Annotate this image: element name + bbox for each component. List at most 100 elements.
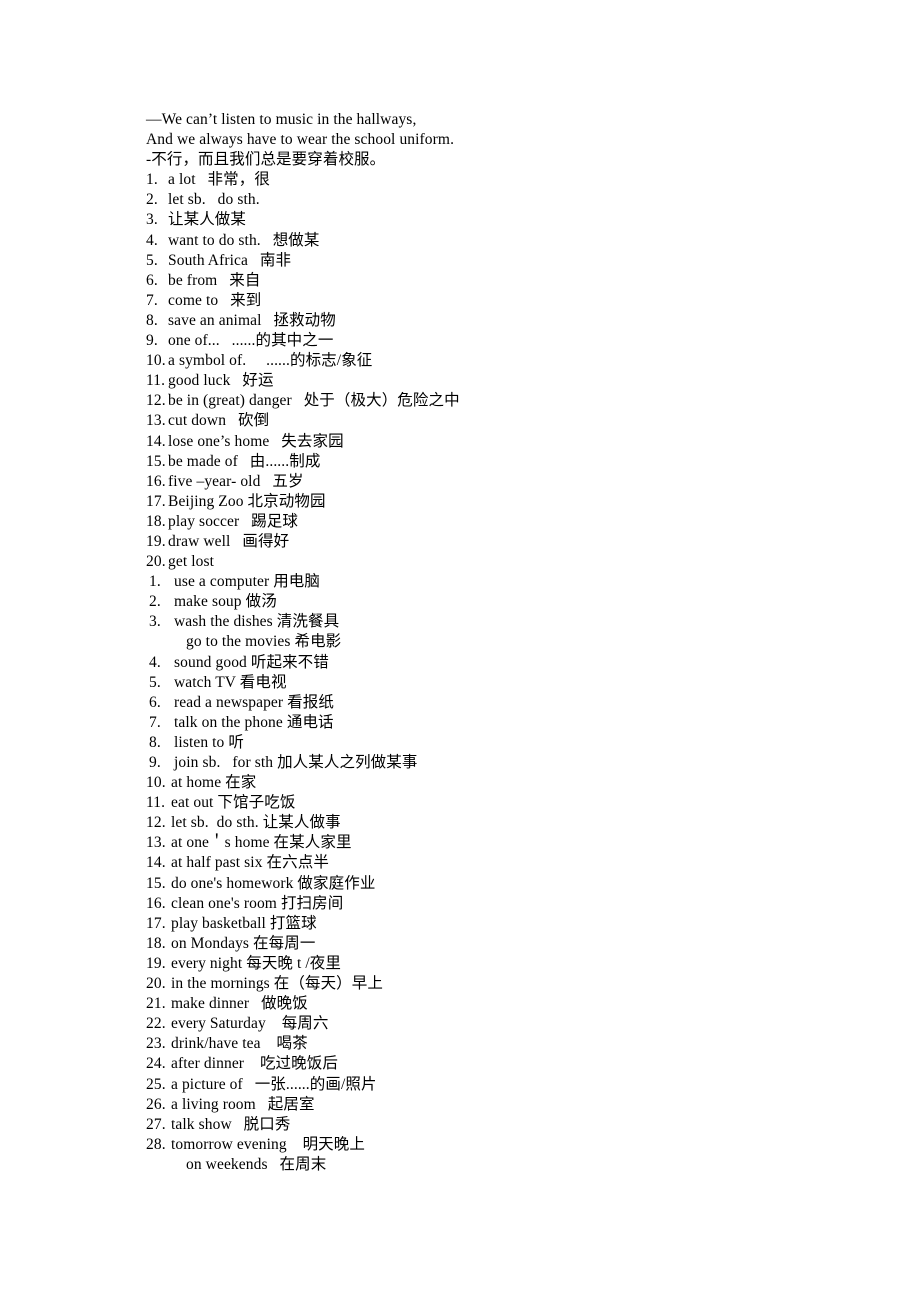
list-item-continuation: on weekends 在周末 (186, 1155, 327, 1173)
list-item-number: 24. (146, 1055, 166, 1073)
list-item: 14. lose one’s home 失去家园 (146, 432, 846, 452)
document-text-block: —We can’t listen to music in the hallway… (146, 110, 846, 1175)
list-item: 4. sound good 听起来不错 (146, 653, 846, 673)
list-item: 8. listen to 听 (146, 733, 846, 753)
phrase-list-b: 1. use a computer 用电脑 2. make soup 做汤 3. wash… (146, 572, 846, 1175)
list-item-text: talk show 脱口秀 (171, 1115, 291, 1133)
list-item-text: a lot 非常，很 (168, 171, 270, 189)
list-item: 20. in the mornings 在（每天）早上 (146, 974, 846, 994)
list-item-number: 19. (146, 954, 166, 972)
list-item: 10. a symbol of. ......的标志/象征 (146, 351, 846, 371)
list-item: 16. clean one's room 打扫房间 (146, 894, 846, 914)
list-item: 18. play soccer 踢足球 (146, 512, 846, 532)
list-item-text: use a computer 用电脑 (174, 573, 321, 591)
list-item: 10. at home 在家 (146, 773, 846, 793)
list-item-number: 21. (146, 995, 166, 1013)
list-item: 19. every night 每天晚 t /夜里 (146, 954, 846, 974)
list-item: 15. be made of 由......制成 (146, 452, 846, 472)
list-item-number: 6. (146, 271, 158, 289)
list-item-text: every Saturday 每周六 (171, 1015, 329, 1033)
list-item-text: lose one’s home 失去家园 (168, 432, 344, 450)
list-item: 7. talk on the phone 通电话 (146, 713, 846, 733)
list-item-number: 9. (149, 754, 161, 771)
list-item-text: South Africa 南非 (168, 251, 292, 269)
list-item: 4. want to do sth. 想做某 (146, 231, 846, 251)
list-item-number: 11. (146, 372, 166, 390)
list-item: 16. five –year- old 五岁 (146, 472, 846, 492)
list-item-number: 25. (146, 1075, 166, 1093)
list-item-number: 4. (146, 231, 158, 249)
list-item-text: save an animal 拯救动物 (168, 311, 336, 329)
list-item-number: 5. (146, 251, 158, 269)
list-item: 5. South Africa 南非 (146, 251, 846, 271)
list-item-text: get lost (168, 553, 215, 571)
list-item-number: 18. (146, 934, 166, 952)
list-item-text: eat out 下馆子吃饭 (171, 794, 296, 812)
list-item: 21. make dinner 做晚饭 (146, 994, 846, 1014)
list-item-text: read a newspaper 看报纸 (174, 693, 334, 711)
list-item-number: 7. (149, 713, 161, 731)
list-item-number: 14. (146, 854, 166, 872)
list-item-text: do one's homework 做家庭作业 (171, 874, 376, 892)
list-item: 1. use a computer 用电脑 (146, 572, 846, 592)
list-item: 25. a picture of 一张......的画/照片 (146, 1075, 846, 1095)
document-page: —We can’t listen to music in the hallway… (0, 0, 920, 1302)
list-item: 18. on Mondays 在每周一 (146, 934, 846, 954)
list-item-text: good luck 好运 (168, 372, 274, 390)
intro-paragraph: —We can’t listen to music in the hallway… (146, 110, 846, 170)
list-item-number: 28. (146, 1135, 166, 1153)
list-item-text: listen to 听 (174, 733, 244, 751)
list-item-number: 10. (146, 774, 166, 792)
list-item-number: 20. (146, 975, 166, 993)
list-item-text: a symbol of. ......的标志/象征 (168, 352, 373, 370)
list-item-text: five –year- old 五岁 (168, 472, 304, 490)
list-item: 11. eat out 下馆子吃饭 (146, 793, 846, 813)
list-item: 3. 让某人做某 (146, 210, 846, 230)
intro-line: -不行，而且我们总是要穿着校服。 (146, 151, 386, 169)
list-item-text: at home 在家 (171, 774, 257, 792)
list-item-number: 9. (146, 332, 158, 350)
list-item: 26. a living room 起居室 (146, 1095, 846, 1115)
list-item-number: 26. (146, 1095, 166, 1113)
list-item-text: after dinner 吃过晚饭后 (171, 1055, 338, 1073)
list-item-text: watch TV 看电视 (174, 673, 287, 691)
list-item: 3. wash the dishes 清洗餐具 (146, 612, 846, 632)
list-item-number: 20. (146, 553, 166, 571)
list-item: 13. cut down 砍倒 (146, 411, 846, 431)
list-item-number: 13. (146, 412, 166, 430)
list-item-number: 17. (146, 492, 166, 510)
list-item: 17. Beijing Zoo 北京动物园 (146, 492, 846, 512)
list-item: 12. let sb. do sth. 让某人做事 (146, 813, 846, 833)
list-item-text: make soup 做汤 (174, 593, 277, 611)
list-item-number: 4. (149, 653, 161, 671)
list-item: 5. watch TV 看电视 (146, 673, 846, 693)
list-item-number: 22. (146, 1015, 166, 1033)
list-item-number: 13. (146, 834, 166, 852)
list-item-number: 6. (149, 693, 161, 711)
list-item: 7. come to 来到 (146, 291, 846, 311)
list-item-text: on Mondays 在每周一 (171, 934, 316, 952)
list-item-number: 5. (149, 673, 161, 691)
list-item-number: 16. (146, 894, 166, 912)
list-item-number: 17. (146, 914, 166, 932)
list-item-number: 11. (146, 794, 166, 812)
list-item: 14. at half past six 在六点半 (146, 853, 846, 873)
list-item-text: play soccer 踢足球 (168, 512, 298, 530)
list-item-number: 10. (146, 352, 166, 370)
list-item-text: play basketball 打篮球 (171, 914, 317, 932)
list-item-text: at one＇s home 在某人家里 (171, 834, 352, 852)
list-item-number: 3. (146, 211, 158, 229)
list-item-number: 15. (146, 452, 166, 470)
list-item-text: clean one's room 打扫房间 (171, 894, 344, 912)
list-item-text: draw well 画得好 (168, 532, 290, 550)
list-item-number: 19. (146, 532, 166, 550)
list-item-text: in the mornings 在（每天）早上 (171, 975, 383, 993)
list-item-text: cut down 砍倒 (168, 412, 270, 430)
list-item-text: wash the dishes 清洗餐具 (174, 613, 340, 631)
list-item-text: one of... ......的其中之一 (168, 332, 334, 350)
list-item: 24. after dinner 吃过晚饭后 (146, 1054, 846, 1074)
list-item-number: 14. (146, 432, 166, 450)
list-item-text: tomorrow evening 明天晚上 (171, 1135, 365, 1153)
list-item-text: be from 来自 (168, 271, 261, 289)
list-item: 2. let sb. do sth. (146, 190, 846, 210)
